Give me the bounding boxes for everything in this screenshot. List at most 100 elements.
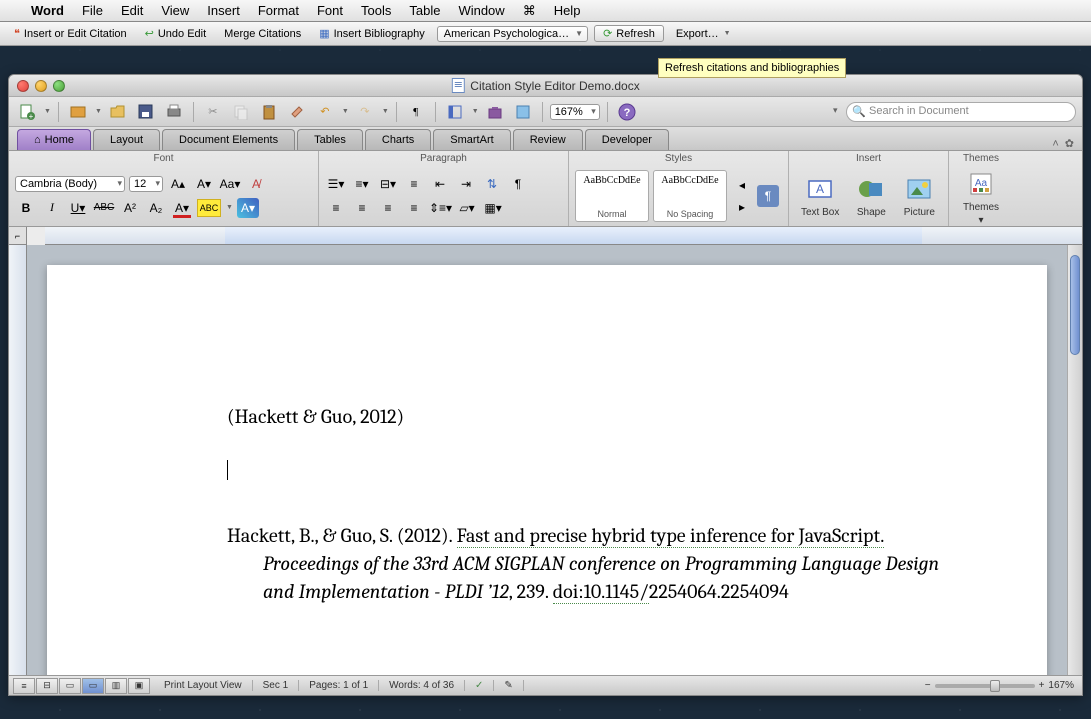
justify-btn[interactable]: ≡ [403, 198, 425, 218]
borders-button[interactable]: ▦▾ [482, 198, 504, 218]
highlight-button[interactable]: ABC [197, 199, 221, 217]
tab-smartart[interactable]: SmartArt [433, 129, 510, 150]
shading-button[interactable]: ▱▾ [456, 198, 478, 218]
align-right-btn[interactable]: ≡ [377, 198, 399, 218]
close-window-button[interactable] [17, 80, 29, 92]
citation-style-dropdown[interactable]: American Psychologica… [437, 26, 588, 42]
tab-layout[interactable]: Layout [93, 129, 160, 150]
spell-check-button[interactable]: ✓ [465, 680, 494, 691]
zoom-in-button[interactable]: + [1039, 680, 1045, 691]
media-button[interactable] [511, 101, 535, 123]
grow-font-button[interactable]: A▴ [167, 174, 189, 194]
outline-view-button[interactable]: ⊟ [36, 678, 58, 694]
zoom-out-button[interactable]: − [925, 680, 931, 691]
minimize-window-button[interactable] [35, 80, 47, 92]
show-marks-button[interactable]: ¶ [507, 174, 529, 194]
zoom-window-button[interactable] [53, 80, 65, 92]
shrink-font-button[interactable]: A▾ [193, 174, 215, 194]
zoom-dropdown[interactable]: 167% [550, 104, 600, 120]
redo-button[interactable]: ↷ [353, 101, 377, 123]
align-left-button[interactable]: ≡ [403, 174, 425, 194]
align-center-btn[interactable]: ≡ [351, 198, 373, 218]
edit-menu[interactable]: Edit [112, 3, 152, 18]
subscript-button[interactable]: A₂ [145, 198, 167, 218]
collapse-ribbon-button[interactable]: ˄ [1052, 138, 1058, 150]
tab-selector[interactable]: ⌐ [9, 227, 27, 245]
tab-charts[interactable]: Charts [365, 129, 431, 150]
tab-tables[interactable]: Tables [297, 129, 363, 150]
draft-view-button[interactable]: ≡ [13, 678, 35, 694]
cut-button[interactable]: ✂ [201, 101, 225, 123]
themes-button[interactable]: AaThemes▾ [955, 164, 1007, 230]
save-button[interactable] [134, 101, 158, 123]
paste-button[interactable] [257, 101, 281, 123]
bullets-button[interactable]: ☰▾ [325, 174, 347, 194]
publishing-view-button[interactable]: ▭ [59, 678, 81, 694]
italic-button[interactable]: I [41, 198, 63, 218]
print-layout-view-button[interactable]: ▭ [82, 678, 104, 694]
shape-button[interactable]: Shape [849, 169, 893, 222]
text-effects-button[interactable]: A▾ [237, 198, 259, 218]
format-menu[interactable]: Format [249, 3, 308, 18]
scrollbar-thumb[interactable] [1070, 255, 1080, 355]
zoom-slider[interactable] [935, 684, 1035, 688]
document-page[interactable]: (Hackett & Guo, 2012) Hackett, B., & Guo… [47, 265, 1047, 675]
tools-menu[interactable]: Tools [352, 3, 400, 18]
clear-formatting-button[interactable]: A̸ [245, 174, 267, 194]
zoom-percent-label[interactable]: 167% [1048, 680, 1074, 691]
styles-scroll-down[interactable]: ▸ [731, 197, 753, 217]
font-menu[interactable]: Font [308, 3, 352, 18]
undo-edit-button[interactable]: ↩ Undo Edit [139, 25, 213, 42]
new-button[interactable]: + [15, 101, 39, 123]
strikethrough-button[interactable]: ABC [93, 198, 115, 218]
tab-document-elements[interactable]: Document Elements [162, 129, 295, 150]
words-label[interactable]: Words: 4 of 36 [379, 680, 465, 691]
print-button[interactable] [162, 101, 186, 123]
multilevel-list-button[interactable]: ⊟▾ [377, 174, 399, 194]
tab-review[interactable]: Review [513, 129, 583, 150]
sort-button[interactable]: ⇅ [481, 174, 503, 194]
align-left-btn[interactable]: ≡ [325, 198, 347, 218]
scripts-menu-icon[interactable]: ⌘ [514, 3, 545, 19]
pages-label[interactable]: Pages: 1 of 1 [299, 680, 379, 691]
undo-button[interactable]: ↶ [313, 101, 337, 123]
underline-button[interactable]: U▾ [67, 198, 89, 218]
insert-citation-button[interactable]: ❝ Insert or Edit Citation [8, 25, 133, 42]
vertical-scrollbar[interactable] [1067, 245, 1082, 675]
help-menu[interactable]: Help [545, 3, 590, 18]
sidebar-button[interactable] [443, 101, 467, 123]
help-button[interactable]: ? [615, 101, 639, 123]
toolbox-button[interactable] [483, 101, 507, 123]
line-spacing-button[interactable]: ⇕≡▾ [429, 198, 452, 218]
focus-view-button[interactable]: ▣ [128, 678, 150, 694]
font-size-dropdown[interactable]: 12 [129, 176, 163, 192]
font-color-button[interactable]: A▾ [171, 198, 193, 218]
superscript-button[interactable]: A² [119, 198, 141, 218]
window-menu[interactable]: Window [449, 3, 513, 18]
app-menu[interactable]: Word [22, 3, 73, 18]
notebook-view-button[interactable]: ▥ [105, 678, 127, 694]
picture-button[interactable]: Picture [897, 169, 941, 222]
open-button[interactable] [106, 101, 130, 123]
format-painter-button[interactable] [285, 101, 309, 123]
increase-indent-button[interactable]: ⇥ [455, 174, 477, 194]
style-no-spacing[interactable]: AaBbCcDdEe No Spacing [653, 170, 727, 222]
file-menu[interactable]: File [73, 3, 112, 18]
styles-scroll-up[interactable]: ◂ [731, 175, 753, 195]
zoom-slider-thumb[interactable] [990, 680, 1000, 692]
search-input[interactable]: Search in Document [846, 102, 1076, 122]
refresh-button[interactable]: ⟳ Refresh [594, 25, 664, 42]
style-normal[interactable]: AaBbCcDdEe Normal [575, 170, 649, 222]
templates-button[interactable] [66, 101, 90, 123]
insert-menu[interactable]: Insert [198, 3, 249, 18]
vertical-ruler[interactable] [9, 245, 27, 675]
horizontal-ruler[interactable] [45, 227, 1082, 245]
track-changes-button[interactable]: ✎ [494, 680, 523, 691]
tab-developer[interactable]: Developer [585, 129, 669, 150]
change-case-button[interactable]: Aa▾ [219, 174, 241, 194]
numbering-button[interactable]: ≡▾ [351, 174, 373, 194]
show-formatting-button[interactable]: ¶ [404, 101, 428, 123]
copy-button[interactable] [229, 101, 253, 123]
bold-button[interactable]: B [15, 198, 37, 218]
ribbon-settings-button[interactable]: ✿ [1065, 137, 1074, 150]
